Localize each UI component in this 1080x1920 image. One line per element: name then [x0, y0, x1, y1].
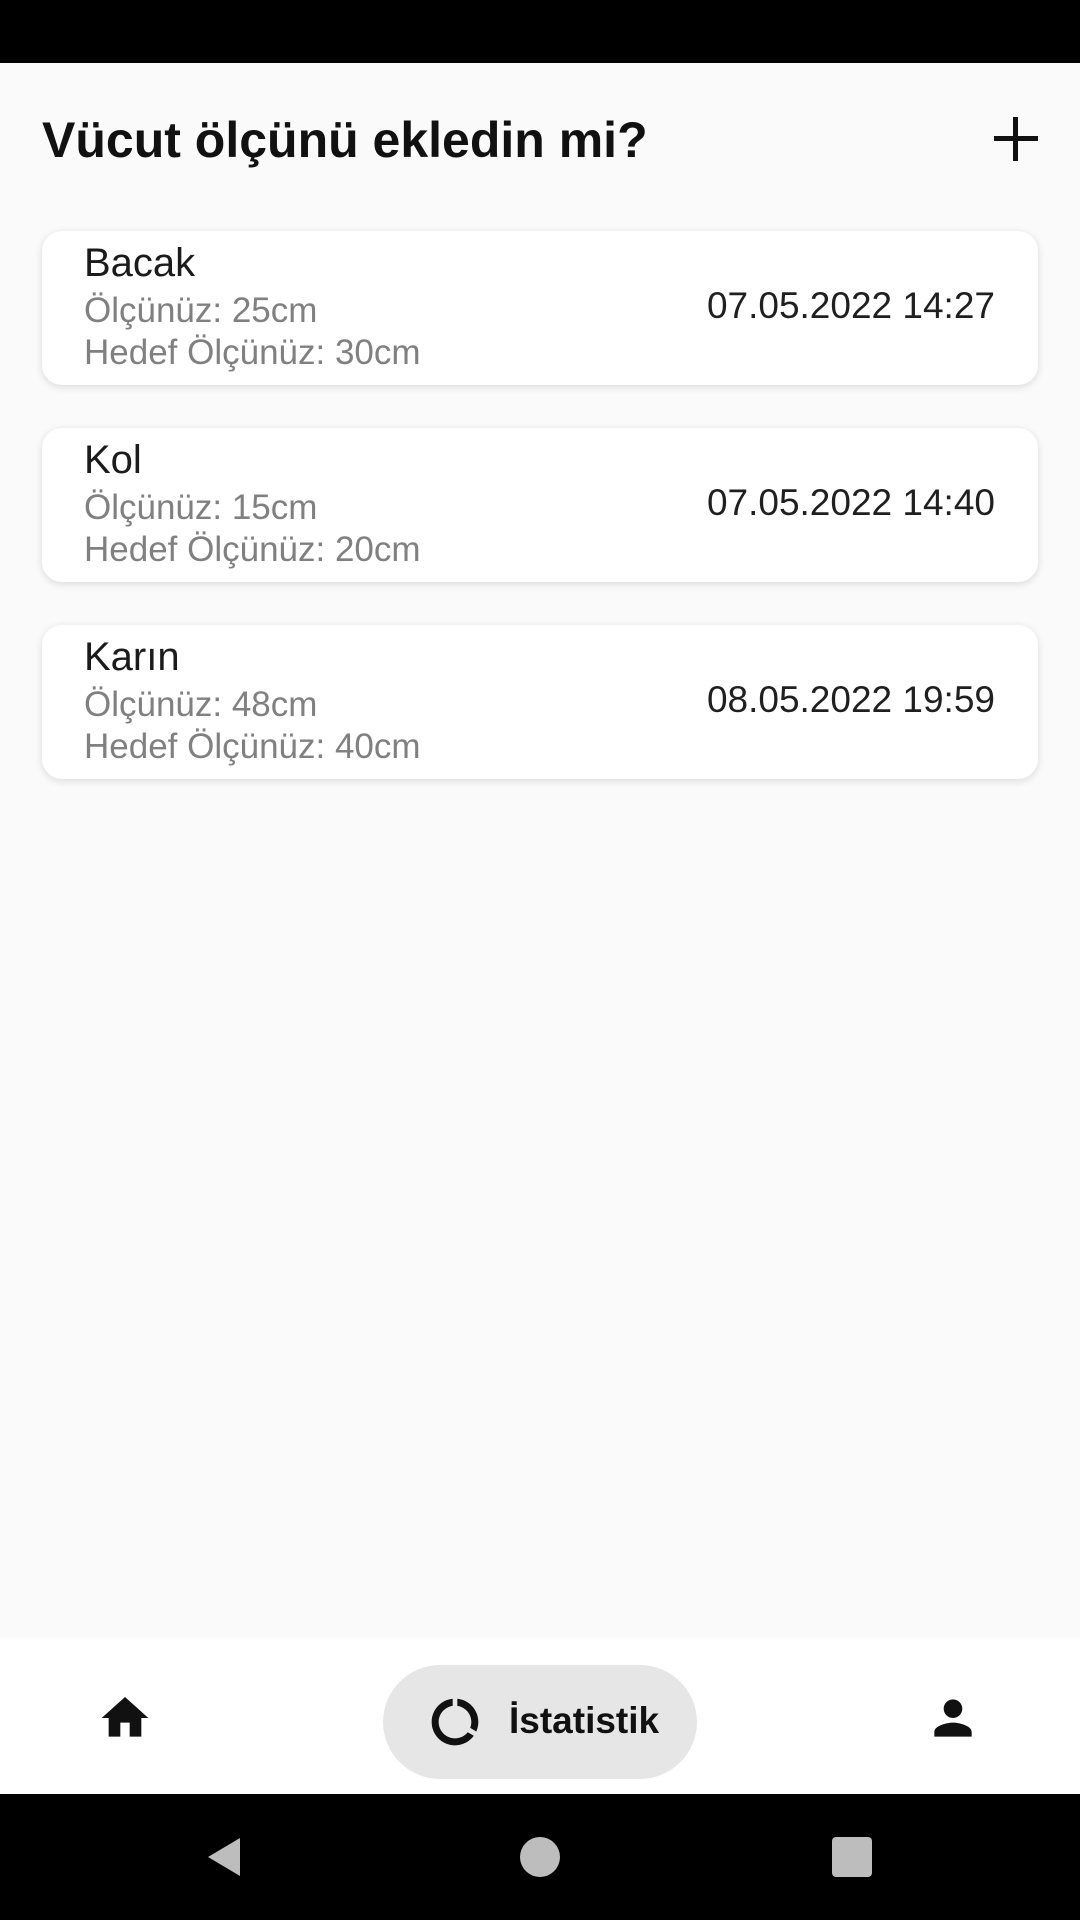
- add-measurement-button[interactable]: [988, 111, 1044, 167]
- measurement-target: Hedef Ölçünüz: 20cm: [84, 530, 421, 569]
- page-title: Vücut ölçünü ekledin mi?: [42, 112, 648, 168]
- system-navigation-bar: [0, 1794, 1080, 1920]
- measurement-date: 08.05.2022 19:59: [706, 679, 995, 720]
- person-icon: [934, 1699, 972, 1737]
- measurement-target: Hedef Ölçünüz: 30cm: [84, 333, 421, 372]
- measurement-card-bacak[interactable]: Bacak Ölçünüz: 25cm Hedef Ölçünüz: 30cm …: [42, 231, 1038, 385]
- measurement-value: Ölçünüz: 48cm: [84, 685, 318, 724]
- measurement-date: 07.05.2022 14:27: [706, 285, 995, 326]
- measurement-name: Karın: [84, 635, 180, 679]
- measurement-name: Bacak: [84, 241, 196, 285]
- nav-stats-label: İstatistik: [509, 1700, 660, 1741]
- measurement-card-kol[interactable]: Kol Ölçünüz: 15cm Hedef Ölçünüz: 20cm 07…: [42, 428, 1038, 582]
- nav-home-button[interactable]: [97, 1690, 153, 1746]
- home-icon: [101, 1697, 149, 1737]
- measurement-target: Hedef Ölçünüz: 40cm: [84, 727, 421, 766]
- plus-icon: [994, 117, 1038, 161]
- measurement-card-karin[interactable]: Karın Ölçünüz: 48cm Hedef Ölçünüz: 40cm …: [42, 625, 1038, 779]
- system-home-icon[interactable]: [520, 1837, 560, 1877]
- status-bar: [0, 0, 1080, 63]
- measurement-name: Kol: [84, 438, 142, 482]
- nav-stats-button[interactable]: İstatistik: [383, 1665, 697, 1779]
- measurement-value: Ölçünüz: 25cm: [84, 291, 318, 330]
- measurement-value: Ölçünüz: 15cm: [84, 488, 318, 527]
- measurement-list: Bacak Ölçünüz: 25cm Hedef Ölçünüz: 30cm …: [42, 231, 1038, 822]
- header: Vücut ölçünü ekledin mi?: [0, 63, 1080, 213]
- bottom-navigation: İstatistik: [0, 1638, 1080, 1794]
- measurement-date: 07.05.2022 14:40: [706, 482, 995, 523]
- recent-apps-icon[interactable]: [832, 1837, 872, 1877]
- donut-chart-icon: [431, 1698, 479, 1746]
- back-icon[interactable]: [200, 1832, 250, 1882]
- nav-profile-button[interactable]: [925, 1690, 981, 1746]
